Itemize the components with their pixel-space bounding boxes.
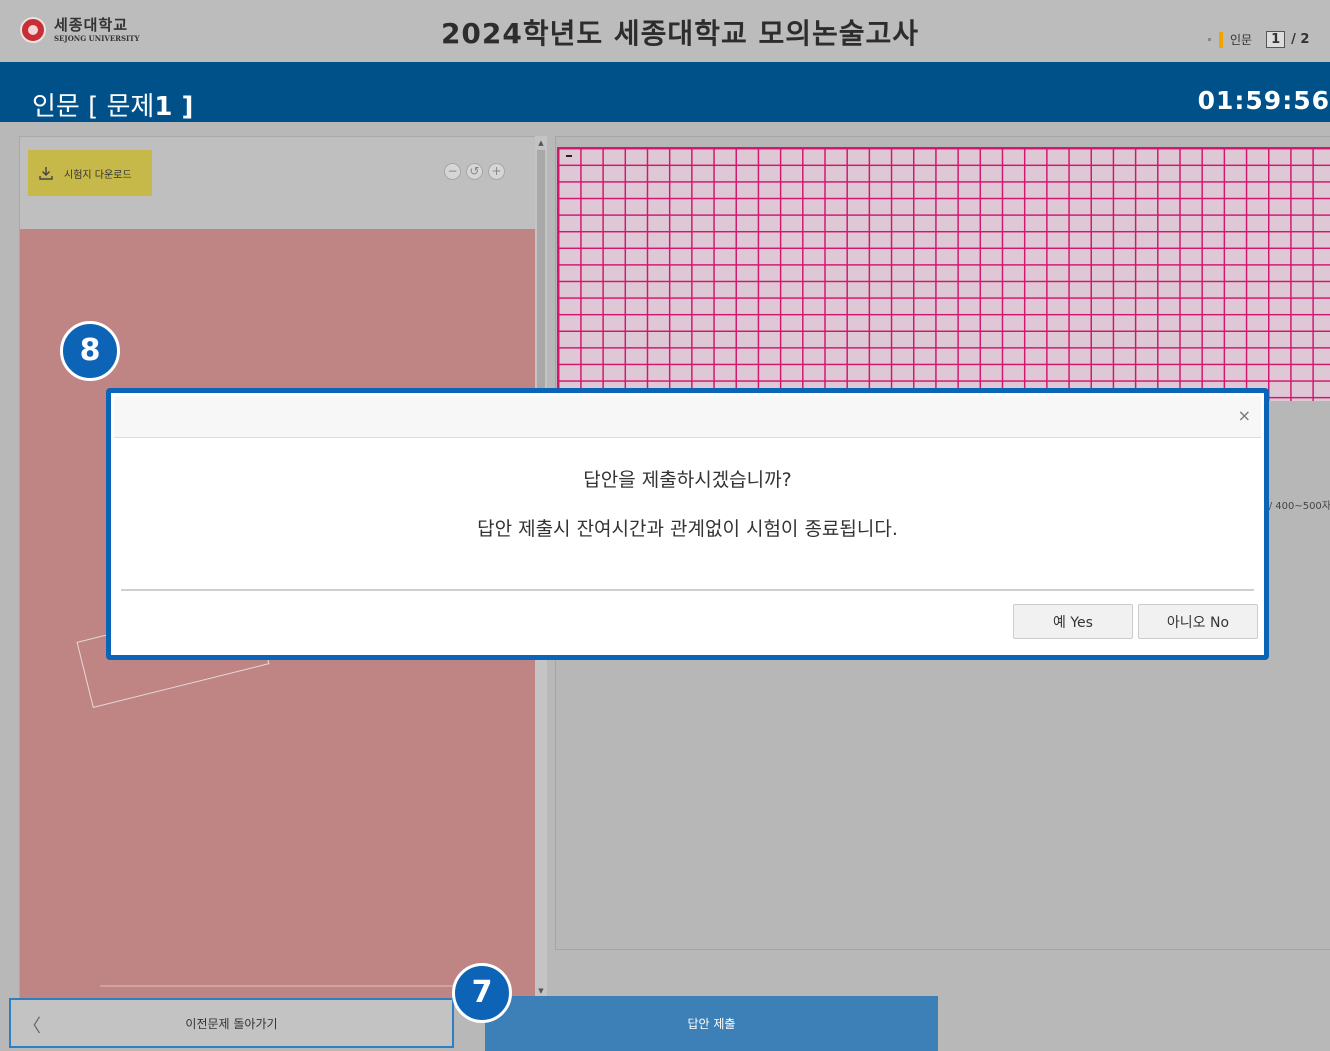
chevron-left-icon: 〈 <box>23 1016 41 1037</box>
subject-marker-icon <box>1219 31 1223 48</box>
download-exam-button[interactable]: 시험지 다운로드 <box>28 150 152 196</box>
submit-answer-label: 답안 제출 <box>687 1017 736 1031</box>
download-icon <box>39 167 53 180</box>
character-count: / 400~500자 <box>1268 501 1330 512</box>
zoom-out-icon[interactable]: − <box>444 163 461 180</box>
countdown-timer: 01:59:56 <box>1197 86 1330 115</box>
question-title-prefix: 인문 [ 문제 <box>32 92 155 122</box>
yes-button[interactable]: 예 Yes <box>1013 604 1133 639</box>
exam-title: 2024학년도 세종대학교 모의논술고사 <box>440 17 920 50</box>
dialog-divider <box>121 589 1254 591</box>
step-badge-8: 8 <box>60 321 120 381</box>
no-button[interactable]: 아니오 No <box>1138 604 1258 639</box>
step-badge-7: 7 <box>452 963 512 1023</box>
subject-indicator: 인문 1 / 2 <box>1208 31 1309 48</box>
dialog-header: × <box>114 396 1261 438</box>
submit-answer-button[interactable]: 답안 제출 <box>485 996 938 1051</box>
dialog-question-text: 답안을 제출하시겠습니까? <box>583 469 792 491</box>
zoom-in-icon[interactable]: + <box>488 163 505 180</box>
download-exam-label: 시험지 다운로드 <box>64 169 132 181</box>
dialog-warning-text: 답안 제출시 잔여시간과 관계없이 시험이 종료됩니다. <box>477 518 898 540</box>
subject-label: 인문 <box>1230 33 1253 47</box>
document-text-line <box>100 985 460 987</box>
question-header: 인문 [ 문제1 ] 01:59:56 <box>0 62 1330 122</box>
zoom-controls: − ↺ + <box>444 163 505 180</box>
previous-question-button[interactable]: 〈 이전문제 돌아가기 <box>9 998 454 1048</box>
previous-question-label: 이전문제 돌아가기 <box>185 1016 278 1031</box>
question-title-number: 1 ] <box>154 92 194 122</box>
dot-icon <box>1208 38 1211 41</box>
text-cursor <box>566 155 572 157</box>
scroll-down-icon[interactable]: ▼ <box>537 987 545 995</box>
top-bar: 세종대학교 SEJONG UNIVERSITY 2024학년도 세종대학교 모의… <box>0 0 1330 63</box>
submit-confirm-dialog: × 답안을 제출하시겠습니까? 답안 제출시 잔여시간과 관계없이 시험이 종료… <box>106 388 1269 660</box>
dialog-body: 답안을 제출하시겠습니까? 답안 제출시 잔여시간과 관계없이 시험이 종료됩니… <box>114 438 1261 588</box>
scrollbar-thumb[interactable] <box>537 150 545 400</box>
close-icon[interactable]: × <box>1238 406 1251 425</box>
answer-grid-sheet[interactable] <box>557 147 1330 401</box>
question-title: 인문 [ 문제1 ] <box>32 86 193 123</box>
scroll-up-icon[interactable]: ▲ <box>537 139 545 147</box>
zoom-reset-icon[interactable]: ↺ <box>466 163 483 180</box>
page-total: / 2 <box>1291 32 1310 47</box>
page-number-box[interactable]: 1 <box>1266 31 1286 48</box>
